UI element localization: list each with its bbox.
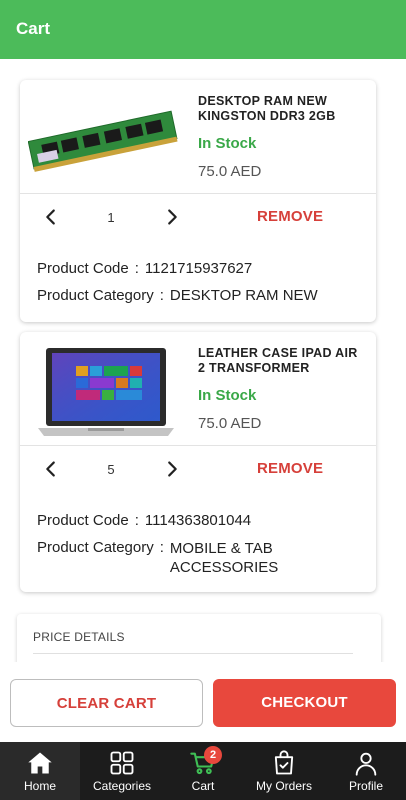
- user-icon: [352, 749, 380, 777]
- bag-icon: [270, 749, 298, 777]
- nav-item-home[interactable]: Home: [0, 742, 80, 800]
- separator: :: [134, 512, 139, 529]
- cart-item-card: DESKTOP RAM NEW KINGSTON DDR3 2GB In Sto…: [20, 80, 376, 322]
- quantity-value: 5: [107, 462, 115, 477]
- product-category-row: Product Category: DESKTOP RAM NEW: [37, 287, 318, 304]
- laptop-image: [28, 344, 178, 444]
- product-category-value: MOBILE & TAB ACCESSORIES: [169, 540, 279, 576]
- nav-label: Categories: [92, 779, 152, 793]
- price-details-title: PRICE DETAILS: [33, 630, 125, 644]
- checkout-button[interactable]: CHECKOUT: [213, 679, 396, 727]
- chevron-left-icon[interactable]: [40, 206, 62, 228]
- product-price: 75.0 AED: [198, 415, 262, 432]
- cart-item-card: LEATHER CASE IPAD AIR 2 TRANSFORMER In S…: [20, 332, 376, 592]
- stock-status: In Stock: [198, 135, 257, 152]
- chevron-right-icon[interactable]: [161, 458, 183, 480]
- product-price: 75.0 AED: [198, 163, 262, 180]
- product-category-value: DESKTOP RAM NEW: [169, 287, 318, 304]
- nav-label: Cart: [191, 779, 215, 793]
- remove-button[interactable]: REMOVE: [257, 208, 323, 225]
- nav-item-categories[interactable]: Categories: [80, 742, 164, 800]
- divider: [20, 445, 376, 446]
- grid-icon: [108, 749, 136, 777]
- cart-actions-bar: CLEAR CART CHECKOUT: [0, 662, 406, 742]
- stock-status: In Stock: [198, 387, 257, 404]
- product-code-label: Product Code: [37, 512, 129, 529]
- divider: [33, 653, 353, 654]
- nav-item-my-orders[interactable]: My Orders: [242, 742, 326, 800]
- product-code-row: Product Code:1121715937627: [37, 260, 252, 277]
- product-code-value: 1114363801044: [144, 512, 252, 529]
- nav-label: Profile: [348, 779, 383, 793]
- separator: :: [159, 539, 164, 556]
- app-bar: Cart: [0, 0, 406, 59]
- remove-button[interactable]: REMOVE: [257, 460, 323, 477]
- page-title: Cart: [16, 19, 51, 38]
- product-code-value: 1121715937627: [144, 260, 253, 277]
- divider: [20, 193, 376, 194]
- nav-item-profile[interactable]: Profile: [326, 742, 406, 800]
- ram-module-image: [27, 92, 178, 192]
- clear-cart-button[interactable]: CLEAR CART: [10, 679, 203, 727]
- nav-label: My Orders: [255, 779, 312, 793]
- nav-item-cart[interactable]: 2 Cart: [164, 742, 242, 800]
- product-name: LEATHER CASE IPAD AIR 2 TRANSFORMER: [198, 346, 358, 375]
- quantity-value: 1: [107, 210, 115, 225]
- quantity-stepper: 1 REMOVE: [20, 204, 376, 232]
- product-name: DESKTOP RAM NEW KINGSTON DDR3 2GB: [198, 94, 336, 123]
- home-icon: [26, 749, 54, 777]
- separator: :: [134, 260, 139, 277]
- product-code-label: Product Code: [37, 260, 129, 277]
- quantity-stepper: 5 REMOVE: [20, 456, 376, 484]
- chevron-right-icon[interactable]: [161, 206, 183, 228]
- product-category-row: Product Category: MOBILE & TAB ACCESSORIE…: [37, 539, 330, 577]
- product-code-row: Product Code:1114363801044: [37, 512, 251, 529]
- chevron-left-icon[interactable]: [40, 458, 62, 480]
- cart-count-badge: 2: [204, 746, 222, 764]
- product-category-label: Product Category: [37, 539, 154, 556]
- bottom-navigation: Home Categories 2 Cart My Orders Profile: [0, 742, 406, 800]
- separator: :: [159, 287, 164, 304]
- product-category-label: Product Category: [37, 287, 154, 304]
- nav-label: Home: [23, 779, 56, 793]
